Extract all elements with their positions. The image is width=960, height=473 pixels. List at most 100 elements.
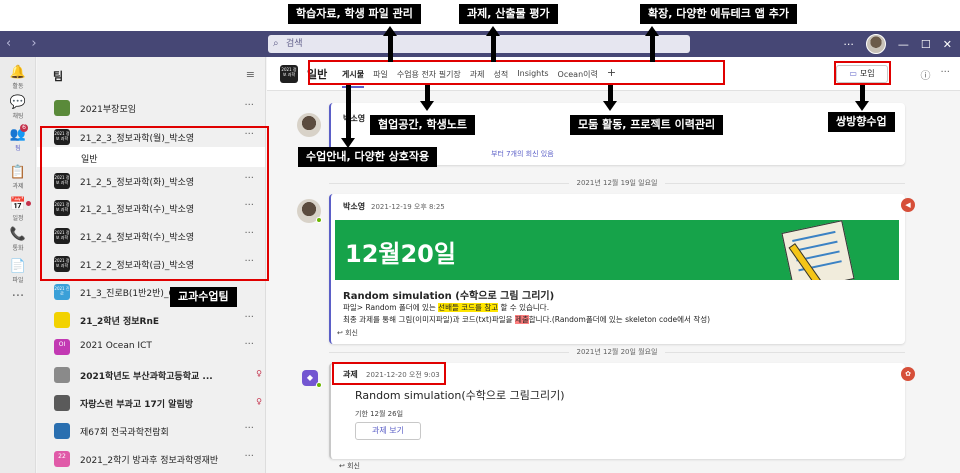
reply-button[interactable]: ↩ 회신 bbox=[339, 461, 360, 471]
arrow-shaft bbox=[346, 85, 351, 140]
assignment-title: Random simulation(수학으로 그림그리기) bbox=[355, 389, 565, 402]
team-tile: 2021 진로 bbox=[54, 284, 70, 300]
team-logo: 2021 정보 과학 bbox=[280, 65, 298, 83]
calendar-dot bbox=[26, 201, 31, 206]
notification-icon: ♀ bbox=[256, 397, 262, 406]
rail-assignments[interactable]: 📋 과제 bbox=[0, 165, 36, 190]
more-icon[interactable]: ··· bbox=[244, 312, 254, 323]
bell-icon: 🔔 bbox=[9, 65, 27, 80]
rail-activity[interactable]: 🔔 활동 bbox=[0, 65, 36, 90]
minimize-icon[interactable]: — bbox=[898, 38, 909, 51]
annotation-posts: 수업안내, 다양한 상호작용 bbox=[298, 147, 438, 167]
teams-panel-title: 팀 bbox=[53, 70, 64, 83]
team-item[interactable]: 22 2021_2학기 방과후 정보과학영재반 ··· bbox=[37, 447, 266, 471]
arrow-down bbox=[603, 101, 617, 111]
arrow-up bbox=[645, 26, 659, 36]
search-placeholder: 검색 bbox=[286, 39, 303, 49]
annotation-notebook: 협업공간, 학생노트 bbox=[370, 115, 475, 135]
annotation-meet: 쌍방향수업 bbox=[828, 112, 895, 132]
header-icons: ⓘ ··· bbox=[920, 67, 950, 82]
replies-link[interactable]: 부터 7개의 회신 있음 bbox=[491, 149, 554, 159]
team-item[interactable]: 제67회 전국과학전람회 ··· bbox=[37, 419, 266, 443]
more-icon[interactable]: ··· bbox=[244, 339, 254, 350]
post-title: Random simulation (수학으로 그림 그리기) bbox=[343, 291, 555, 302]
info-icon[interactable]: ⓘ bbox=[920, 67, 930, 82]
team-tile bbox=[54, 395, 70, 411]
more-icon[interactable]: ··· bbox=[244, 423, 254, 434]
rail-calendar[interactable]: 📅 일정 bbox=[0, 197, 36, 222]
classes-highlight bbox=[40, 126, 269, 281]
meet-highlight bbox=[834, 61, 891, 85]
arrow-shaft bbox=[388, 36, 393, 62]
arrow-up bbox=[383, 26, 397, 36]
more-options-icon[interactable]: ··· bbox=[843, 38, 854, 51]
teams-icon: 👥 bbox=[9, 127, 27, 142]
window-controls: ··· — ☐ ✕ bbox=[843, 34, 952, 54]
arrow-shaft bbox=[425, 85, 430, 101]
more-options-icon[interactable]: ··· bbox=[940, 67, 950, 82]
search-input[interactable]: ⌕ 검색 bbox=[268, 35, 690, 53]
rail-teams[interactable]: 👥 팀 6 bbox=[0, 124, 36, 152]
avatar bbox=[297, 113, 321, 137]
announcement-icon: ◀ bbox=[901, 198, 915, 212]
annotation-extend: 확장, 다양한 에듀테크 앱 추가 bbox=[640, 4, 797, 24]
team-item[interactable]: 2021학년도 부산과학고등학교 ... ♀ bbox=[37, 363, 266, 387]
assignment-highlight bbox=[332, 362, 446, 385]
team-item[interactable]: 2021부장모임 ··· bbox=[37, 96, 266, 120]
arrow-shaft bbox=[491, 36, 496, 62]
more-icon[interactable]: ··· bbox=[244, 100, 254, 111]
team-item[interactable]: OI 2021 Ocean ICT ··· bbox=[37, 335, 266, 359]
rail-chat[interactable]: 💬 채팅 bbox=[0, 95, 36, 120]
title-bar: ‹ › ⌕ 검색 ··· — ☐ ✕ bbox=[0, 31, 960, 57]
more-apps-icon: ··· bbox=[11, 289, 25, 304]
nav-arrows[interactable]: ‹ › bbox=[6, 36, 45, 51]
team-tile bbox=[54, 100, 70, 116]
search-icon: ⌕ bbox=[273, 38, 279, 49]
assignment-due: 기한 12월 26일 bbox=[355, 410, 404, 418]
chat-icon: 💬 bbox=[9, 95, 27, 110]
reply-button[interactable]: ↩ 회신 bbox=[337, 328, 358, 338]
post-card: 박소영 2021-12-19 오후 8:25 ◀ 12월20일 Random s… bbox=[329, 194, 915, 344]
arrow-down bbox=[855, 101, 869, 111]
team-tile bbox=[54, 312, 70, 328]
date-separator: 2021년 12월 19일 일요일 bbox=[329, 178, 905, 188]
more-icon[interactable]: ··· bbox=[244, 451, 254, 462]
user-avatar[interactable] bbox=[865, 34, 886, 54]
presence-status bbox=[316, 382, 322, 388]
view-assignment-button[interactable]: 과제 보기 bbox=[355, 422, 421, 440]
annotation-files: 학습자료, 학생 파일 관리 bbox=[288, 4, 421, 24]
tabs-highlight bbox=[308, 60, 725, 85]
arrow-shaft bbox=[650, 36, 655, 62]
assignment-icon: 📋 bbox=[9, 165, 27, 180]
post-body-line: 최종 과제를 통해 그림(이미지파일)과 코드(txt)파일을 제출합니다.(R… bbox=[343, 315, 711, 324]
arrow-shaft bbox=[608, 85, 613, 101]
team-item[interactable]: 자랑스런 부과고 17기 알림방 ♀ bbox=[37, 391, 266, 415]
arrow-shaft bbox=[860, 85, 865, 101]
annotation-ocean: 모둠 활동, 프로젝트 이력관리 bbox=[570, 115, 724, 135]
calls-icon: 📞 bbox=[9, 227, 27, 242]
celebrate-icon: ✿ bbox=[901, 367, 915, 381]
maximize-icon[interactable]: ☐ bbox=[921, 38, 931, 51]
app-rail: 🔔 활동 💬 채팅 👥 팀 6 📋 과제 📅 일정 📞 통화 📄 파일 ··· bbox=[0, 57, 36, 473]
date-separator: 2021년 12월 20일 월요일 bbox=[329, 347, 905, 357]
team-tile bbox=[54, 367, 70, 383]
teams-badge: 6 bbox=[20, 124, 28, 132]
rail-calls[interactable]: 📞 통화 bbox=[0, 227, 36, 252]
files-icon: 📄 bbox=[9, 259, 27, 274]
team-tile: 22 bbox=[54, 451, 70, 467]
arrow-down bbox=[420, 101, 434, 111]
post-banner: 12월20일 bbox=[335, 220, 899, 280]
rail-more[interactable]: ··· bbox=[0, 289, 36, 304]
annotation-classes: 교과수업팀 bbox=[170, 287, 237, 307]
rail-files[interactable]: 📄 파일 bbox=[0, 259, 36, 284]
team-tile bbox=[54, 423, 70, 439]
filter-icon[interactable]: ≡ bbox=[246, 68, 255, 81]
notification-icon: ♀ bbox=[256, 369, 262, 378]
presence-status bbox=[316, 217, 322, 223]
annotation-assign: 과제, 산출물 평가 bbox=[459, 4, 558, 24]
post-body-line: 파일> Random 폴더에 있는 선배들 코드를 참고 할 수 있습니다. bbox=[343, 303, 550, 312]
team-item[interactable]: 21_2학년 정보RnE ··· bbox=[37, 308, 266, 332]
arrow-up bbox=[486, 26, 500, 36]
close-icon[interactable]: ✕ bbox=[943, 38, 952, 51]
team-tile: OI bbox=[54, 339, 70, 355]
